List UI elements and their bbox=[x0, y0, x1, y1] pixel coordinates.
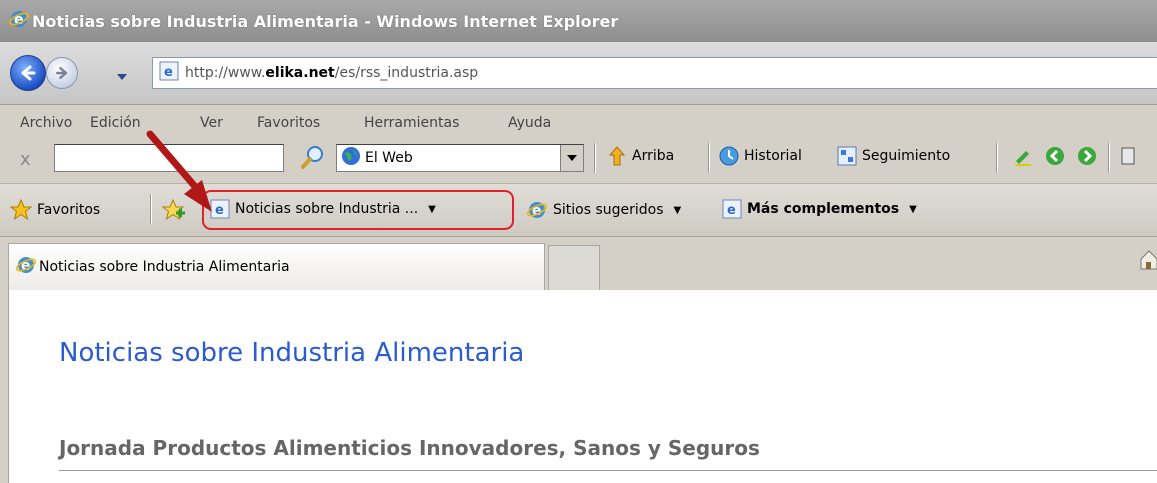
favorites-button[interactable]: Favoritos bbox=[10, 199, 100, 221]
article-title-link[interactable]: Jornada Productos Alimenticios Innovador… bbox=[59, 436, 760, 460]
ie-icon: e bbox=[526, 202, 548, 219]
mas-complementos-label: Más complementos bbox=[747, 201, 900, 217]
divider bbox=[59, 470, 1157, 471]
new-tab-button[interactable] bbox=[548, 245, 600, 290]
svg-text:e: e bbox=[727, 203, 736, 218]
tab-noticias[interactable]: e Noticias sobre Industria Alimentaria bbox=[8, 243, 545, 290]
menu-favoritos[interactable]: Favoritos bbox=[257, 115, 320, 131]
historial-button[interactable]: Historial bbox=[718, 145, 802, 167]
toolbar-separator bbox=[1108, 143, 1110, 173]
menu-ayuda[interactable]: Ayuda bbox=[508, 115, 551, 131]
more-tools-icon[interactable] bbox=[1120, 145, 1142, 167]
chevron-down-icon: ▼ bbox=[909, 203, 917, 215]
arriba-button[interactable]: Arriba bbox=[606, 145, 674, 167]
historial-label: Historial bbox=[744, 148, 802, 164]
forward-arrow-icon bbox=[56, 67, 68, 79]
star-icon bbox=[10, 199, 32, 221]
back-green-icon[interactable] bbox=[1044, 145, 1070, 167]
back-button[interactable] bbox=[10, 55, 46, 91]
search-engine-label: El Web bbox=[365, 150, 413, 166]
toolbar-separator bbox=[594, 143, 596, 173]
toolbar-separator bbox=[708, 143, 710, 173]
annotation-arrow-icon bbox=[146, 130, 212, 212]
toolbar-separator bbox=[996, 143, 998, 173]
tab-label: Noticias sobre Industria Alimentaria bbox=[39, 259, 290, 275]
chevron-down-icon[interactable] bbox=[560, 145, 583, 171]
sitios-sugeridos-button[interactable]: e Sitios sugeridos ▼ bbox=[526, 199, 681, 221]
history-icon bbox=[719, 146, 739, 166]
window-title: Noticias sobre Industria Alimentaria - W… bbox=[32, 11, 619, 31]
recent-pages-dropdown[interactable] bbox=[116, 69, 128, 85]
address-row: e http://www.elika.net/es/rss_industria.… bbox=[0, 42, 1157, 105]
search-icon[interactable] bbox=[300, 143, 328, 175]
page-icon: e bbox=[722, 199, 742, 219]
highlight-icon[interactable] bbox=[1012, 145, 1038, 167]
up-arrow-icon bbox=[608, 146, 626, 166]
highlight-box bbox=[202, 190, 514, 230]
ie-icon: e bbox=[15, 254, 37, 280]
sitios-sugeridos-label: Sitios sugeridos bbox=[553, 202, 664, 218]
seguimiento-label: Seguimiento bbox=[862, 148, 951, 164]
close-toolbar-icon[interactable]: x bbox=[20, 149, 31, 170]
url-text: http://www.elika.net/es/rss_industria.as… bbox=[185, 65, 479, 81]
browser-window: e Noticias sobre Industria Alimentaria -… bbox=[0, 0, 1157, 483]
search-engine-select[interactable]: El Web bbox=[336, 144, 584, 172]
back-arrow-icon bbox=[21, 65, 36, 81]
page-content: Noticias sobre Industria Alimentaria Jor… bbox=[8, 290, 1157, 483]
globe-icon bbox=[341, 146, 361, 170]
tracking-icon bbox=[837, 146, 857, 166]
mas-complementos-button[interactable]: e Más complementos ▼ bbox=[722, 199, 917, 219]
tab-bar: e Noticias sobre Industria Alimentaria bbox=[0, 237, 1157, 290]
menu-archivo[interactable]: Archivo bbox=[20, 115, 72, 131]
address-bar[interactable]: e http://www.elika.net/es/rss_industria.… bbox=[152, 57, 1157, 89]
favorites-label: Favoritos bbox=[37, 202, 101, 218]
forward-button[interactable] bbox=[46, 57, 78, 89]
menu-herramientas[interactable]: Herramientas bbox=[364, 115, 459, 131]
title-bar: e Noticias sobre Industria Alimentaria -… bbox=[0, 0, 1157, 42]
home-icon[interactable] bbox=[1140, 249, 1157, 275]
seguimiento-button[interactable]: Seguimiento bbox=[836, 145, 950, 167]
page-icon: e bbox=[159, 61, 179, 85]
ie-icon: e bbox=[8, 8, 30, 34]
chevron-down-icon: ▼ bbox=[673, 204, 682, 216]
menu-edicion[interactable]: Edición bbox=[90, 115, 141, 131]
forward-green-icon[interactable] bbox=[1076, 145, 1102, 167]
arriba-label: Arriba bbox=[632, 148, 675, 164]
page-title: Noticias sobre Industria Alimentaria bbox=[59, 338, 525, 368]
svg-text:e: e bbox=[164, 65, 173, 80]
